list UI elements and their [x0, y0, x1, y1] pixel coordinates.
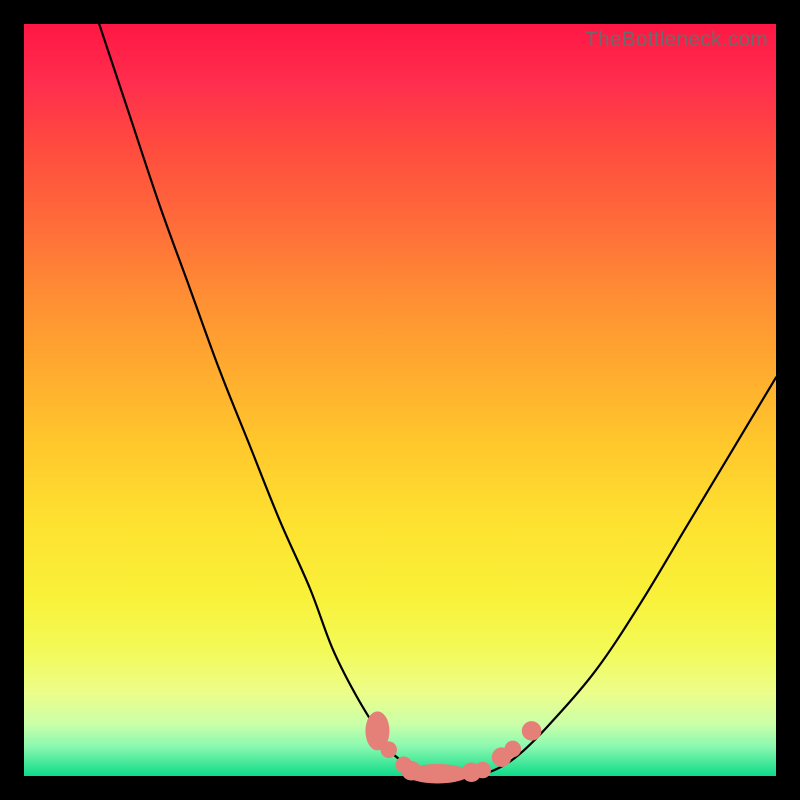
- curve-marker: [522, 721, 542, 741]
- curve-markers: [365, 711, 541, 783]
- bottleneck-curve: [99, 24, 776, 777]
- curve-marker: [505, 741, 522, 758]
- chart-svg: [24, 24, 776, 776]
- curve-marker: [406, 764, 469, 784]
- curve-marker: [380, 741, 397, 758]
- plot-area: TheBottleneck.com: [24, 24, 776, 776]
- chart-frame: TheBottleneck.com: [0, 0, 800, 800]
- curve-marker: [474, 762, 491, 779]
